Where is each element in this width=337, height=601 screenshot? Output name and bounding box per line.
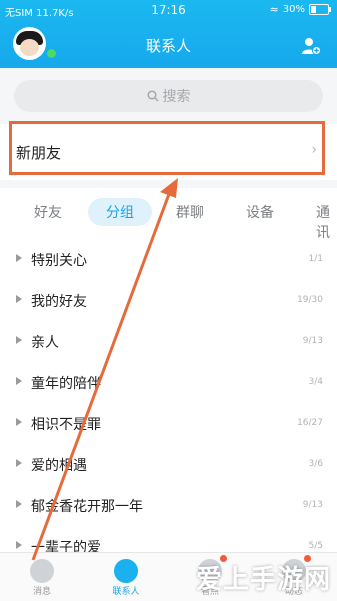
group-name: 我的好友 (31, 294, 87, 310)
status-icons: ≈ 30% (269, 3, 331, 16)
nav-label: 联系人 (112, 587, 140, 597)
expand-arrow-icon (16, 418, 22, 426)
battery-percent: 30% (282, 4, 305, 15)
highlight-box (9, 121, 325, 175)
tab-devices[interactable]: 设备 (246, 202, 274, 222)
battery-icon (309, 4, 331, 15)
group-row[interactable]: 特别关心 1/1 (0, 240, 337, 281)
watermark-text: 爱上手游网 (195, 565, 331, 595)
search-placeholder: 搜索 (162, 89, 191, 105)
group-row[interactable]: 亲人 9/13 (0, 322, 337, 363)
nav-messages[interactable]: 消息 (0, 553, 84, 601)
group-name: 郁金香花开那一年 (31, 499, 143, 515)
status-bar: 无SIM 11.7K/s 17:16 ≈ 30% (0, 0, 337, 20)
group-count: 16/27 (297, 418, 323, 428)
group-list: 特别关心 1/1 我的好友 19/30 亲人 9/13 童年的陪伴 3/4 相识… (0, 240, 337, 552)
group-name: 相识不是罪 (31, 417, 101, 433)
group-count: 3/4 (308, 377, 323, 387)
battery-level (311, 6, 316, 13)
search-area: 搜索 (0, 68, 337, 124)
expand-arrow-icon (16, 377, 22, 385)
expand-arrow-icon (16, 541, 22, 549)
group-row[interactable]: 童年的陪伴 3/4 (0, 363, 337, 404)
tab-friends[interactable]: 好友 (34, 202, 62, 222)
expand-arrow-icon (16, 500, 22, 508)
group-count: 19/30 (297, 295, 323, 305)
group-name: 一辈子的爱 (31, 540, 101, 552)
group-row[interactable]: 相识不是罪 16/27 (0, 404, 337, 445)
page-title: 联系人 (145, 37, 191, 55)
tab-contacts[interactable]: 通讯 (316, 202, 337, 242)
expand-arrow-icon (16, 295, 22, 303)
nav-label: 消息 (32, 587, 51, 597)
group-name: 亲人 (31, 335, 59, 351)
group-count: 5/5 (308, 541, 323, 551)
tab-bar: 好友 分组 群聊 设备 通讯 (0, 188, 337, 242)
group-name: 爱的相遇 (31, 458, 87, 474)
group-row[interactable]: 一辈子的爱 5/5 (0, 527, 337, 552)
add-contact-icon[interactable] (301, 36, 321, 56)
group-row[interactable]: 郁金香花开那一年 9/13 (0, 486, 337, 527)
header-bar: 无SIM 11.7K/s 17:16 ≈ 30% 联系人 (0, 0, 337, 68)
group-row[interactable]: 爱的相遇 3/6 (0, 445, 337, 486)
expand-arrow-icon (16, 459, 22, 467)
group-name: 童年的陪伴 (31, 376, 101, 392)
messages-icon (30, 559, 54, 583)
tab-group-chats[interactable]: 群聊 (176, 202, 204, 222)
group-count: 3/6 (308, 459, 323, 469)
group-row[interactable]: 我的好友 19/30 (0, 281, 337, 322)
group-count: 9/13 (302, 500, 323, 510)
group-name: 特别关心 (31, 253, 87, 269)
wifi-icon: ≈ (269, 3, 279, 16)
tab-groups[interactable]: 分组 (88, 198, 152, 226)
expand-arrow-icon (16, 336, 22, 344)
search-input[interactable]: 搜索 (14, 80, 323, 112)
contacts-icon (114, 559, 138, 583)
nav-contacts[interactable]: 联系人 (84, 553, 168, 601)
search-icon (146, 90, 159, 102)
group-count: 1/1 (308, 254, 323, 264)
expand-arrow-icon (16, 254, 22, 262)
group-count: 9/13 (302, 336, 323, 346)
